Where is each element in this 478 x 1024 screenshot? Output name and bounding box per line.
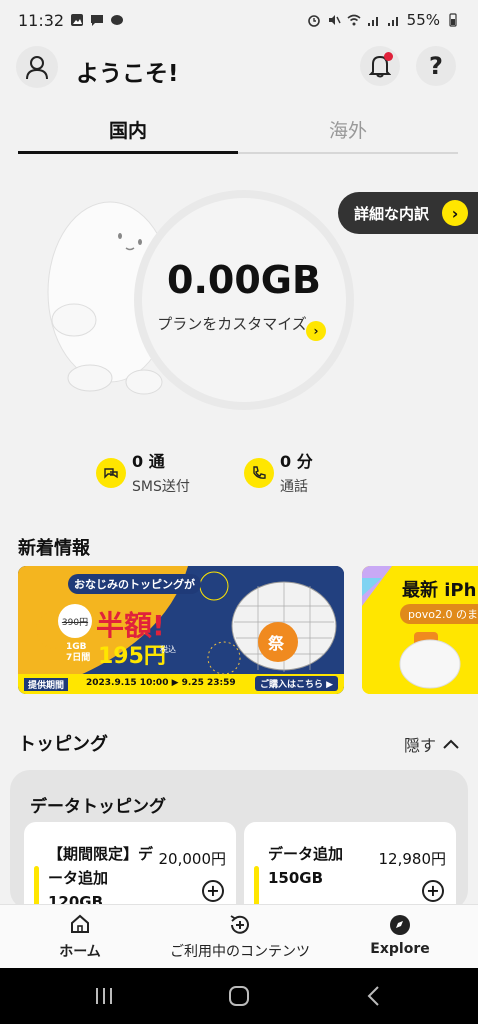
sms-usage: 0 通 SMS送付 [96,448,190,496]
welcome-title: ようこそ! [76,61,179,87]
sms-label: SMS送付 [132,479,190,495]
banner2-headline: 最新 iPh [402,580,477,601]
call-usage: 0 分 通話 [244,448,313,496]
battery-percent: 55% [406,11,440,29]
customize-plan-link[interactable]: プランをカスタマイズ [152,312,312,336]
banner-tax: 税込 [160,645,176,654]
news-banner-half-price[interactable]: おなじみのトッピングが 390円 半額! 1GB 7日間 195円 税込 祭 提… [18,566,344,694]
nav-home-label: ホーム [59,944,101,960]
phone-icon [244,458,274,488]
chevron-right-icon[interactable]: › [306,321,326,341]
gallery-icon [71,14,84,26]
topping-price: 12,980円 [378,850,447,868]
nav-home[interactable]: ホーム [50,913,110,961]
call-label: 通話 [280,479,308,495]
bottom-navigation: ホーム ご利用中のコンテンツ Explore [0,904,478,968]
banner-badge: 祭 [268,634,285,653]
nav-explore[interactable]: Explore [360,913,440,957]
topping-title: トッピング [18,734,108,755]
chevron-right-icon: › [442,200,468,226]
help-button[interactable]: ? [416,46,456,86]
system-navigation-bar [0,968,478,1024]
back-icon[interactable] [364,985,384,1007]
signal-icon-2 [387,17,398,26]
call-minutes: 0 分 [280,452,313,471]
notification-badge [384,52,393,61]
topping-name: データ追加150GB [268,845,344,887]
home-icon [71,914,89,933]
nav-contents[interactable]: ご利用中のコンテンツ [160,913,320,961]
sms-count: 0 通 [132,452,165,471]
chat-icon [111,15,124,25]
detail-breakdown-label: 詳細な内訳 [354,204,430,223]
wifi-icon [347,14,361,26]
hide-label: 隠す [403,736,436,755]
compass-icon [390,915,410,935]
mute-icon [328,15,341,25]
tab-overseas[interactable]: 海外 [238,108,458,152]
tab-domestic[interactable]: 国内 [18,108,238,154]
profile-button[interactable] [16,46,58,88]
chevron-up-icon [443,739,459,749]
news-banner-iphone[interactable]: 最新 iPh povo2.0 のま [362,566,478,694]
topping-price: 20,000円 [158,850,227,868]
content-icon [230,915,249,934]
banner-plan: 1GB 7日間 [66,642,91,663]
detail-breakdown-button[interactable]: 詳細な内訳 › [338,192,478,234]
hide-topping-toggle[interactable]: 隠す [404,732,460,756]
add-topping-icon[interactable]: + [202,880,224,902]
region-tabs: 国内 海外 [18,108,458,154]
banner-old-price: 390円 [58,604,92,638]
recent-apps-icon[interactable] [94,986,114,1006]
nav-contents-label: ご利用中のコンテンツ [170,944,310,960]
data-remaining-value: 0.00GB [167,258,321,302]
home-button-icon[interactable] [228,985,250,1007]
data-topping-title: データトッピング [30,797,166,817]
status-bar: 11:32 55% [0,0,478,40]
status-time: 11:32 [18,10,65,30]
banner-cta[interactable]: ご購入はこちら ▶ [254,676,338,691]
battery-icon [449,13,457,27]
banner-period-label: 提供期間 [24,678,69,691]
news-section-title: 新着情報 [18,538,90,559]
user-icon [26,56,48,80]
signal-icon [367,17,378,26]
banner2-sub: povo2.0 のま [400,604,478,624]
app-header: ようこそ! ? [0,44,478,92]
add-topping-icon[interactable]: + [422,880,444,902]
banner-period: 2023.9.15 10:00 ▶ 9.25 23:59 [86,678,236,688]
banner-price: 195円 [98,644,166,669]
usage-summary: 0 通 SMS送付 0 分 通話 [0,448,478,498]
data-summary: 0.00GB プランをカスタマイズ › 詳細な内訳 › [0,170,478,430]
message-icon [91,15,104,26]
nav-explore-label: Explore [370,941,430,957]
topping-header: トッピング 隠す [18,730,460,758]
notification-button[interactable] [360,46,400,86]
banner-headline: おなじみのトッピングが [68,574,201,594]
data-topping-panel: データトッピング 【期間限定】データ追加120GB 20,000円 + データ追… [10,770,468,922]
alarm-icon [307,15,320,27]
sms-icon [96,458,126,488]
